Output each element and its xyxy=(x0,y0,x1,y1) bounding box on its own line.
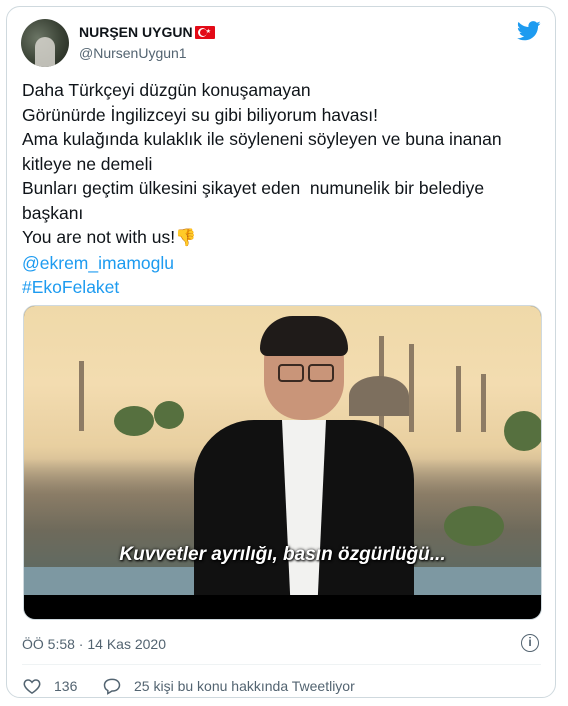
display-name[interactable]: NURŞEN UYGUN xyxy=(79,24,193,40)
twitter-bird-icon[interactable] xyxy=(517,21,541,41)
reply-label: 25 kişi bu konu hakkında Tweetliyor xyxy=(134,678,355,694)
like-button[interactable]: 136 xyxy=(22,676,102,696)
info-icon[interactable]: i xyxy=(521,634,539,652)
tweet-line: Daha Türkçeyi düzgün konuşamayan xyxy=(22,80,311,100)
tweet-line-last: You are not with us!👎 xyxy=(22,225,547,251)
avatar[interactable] xyxy=(21,19,69,67)
tweet-card: NURŞEN UYGUN ★ @NursenUygun1 Daha Türkçe… xyxy=(6,6,556,698)
timestamp[interactable]: ÖÖ 5:58 · 14 Kas 2020 xyxy=(22,636,166,652)
reply-bubble-icon xyxy=(103,678,121,695)
mention-link[interactable]: @ekrem_imamoglu xyxy=(22,251,547,276)
tweet-line: kitleye ne demeli xyxy=(22,153,153,174)
tweet-line: başkanı xyxy=(22,202,84,223)
author-name-row[interactable]: NURŞEN UYGUN ★ xyxy=(79,24,215,40)
action-bar: 136 25 kişi bu konu hakkında Tweetliyor xyxy=(22,676,355,696)
hashtag-link[interactable]: #EkoFelaket xyxy=(22,275,547,300)
like-count: 136 xyxy=(54,678,78,694)
divider xyxy=(22,664,541,665)
tweet-line: Bunları geçtim ülkesini şikayet eden num… xyxy=(22,178,485,198)
tweet-line: Ama kulağında kulaklık ile söyleneni söy… xyxy=(22,129,502,149)
video-media[interactable]: Kuvvetler ayrılığı, basın özgürlüğü... xyxy=(23,305,542,620)
turkey-flag-icon: ★ xyxy=(194,25,215,39)
tweet-line: You are not with us! xyxy=(22,227,176,247)
video-subtitle: Kuvvetler ayrılığı, basın özgürlüğü... xyxy=(119,544,446,565)
thumbs-down-icon: 👎 xyxy=(175,228,197,247)
heart-icon xyxy=(23,679,41,694)
user-handle[interactable]: @NursenUygun1 xyxy=(79,45,187,61)
reply-button[interactable]: 25 kişi bu konu hakkında Tweetliyor xyxy=(102,676,355,696)
tweet-line: Görünürde İngilizceyi su gibi biliyorum … xyxy=(22,104,378,125)
tweet-text: Daha Türkçeyi düzgün konuşamayan Görünür… xyxy=(22,78,547,300)
